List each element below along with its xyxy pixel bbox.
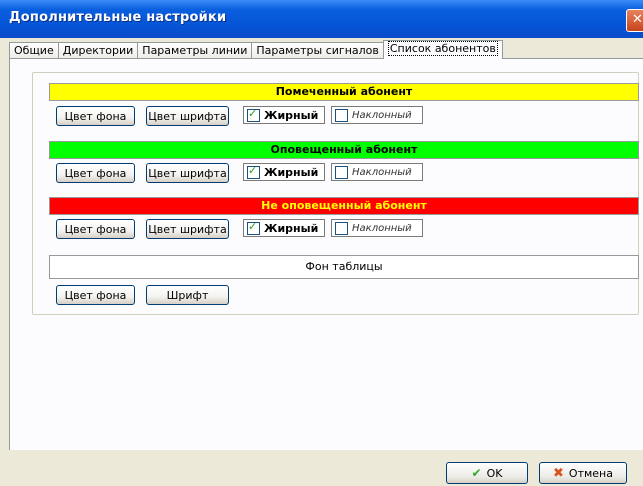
marked-subscriber-bar: Помеченный абонент (49, 83, 639, 101)
italic-label: Наклонный (352, 109, 412, 121)
bold-label: Жирный (264, 165, 319, 179)
checkbox-unchecked-icon (335, 221, 348, 235)
marked-italic-checkbox[interactable]: Наклонный (331, 106, 423, 124)
bold-label: Жирный (264, 221, 319, 235)
notified-font-color-button[interactable]: Цвет шрифта (146, 163, 229, 183)
tab-general[interactable]: Общие (9, 42, 59, 59)
notified-bold-checkbox[interactable]: Жирный (243, 163, 325, 181)
tab-subscriber-list[interactable]: Список абонентов (382, 40, 503, 59)
notified-subscriber-bar: Оповещенный абонент (49, 141, 639, 159)
cross-icon: ✖ (553, 465, 564, 481)
not-notified-italic-checkbox[interactable]: Наклонный (331, 219, 423, 237)
window-title: Дополнительные настройки (9, 10, 227, 25)
not-notified-bold-checkbox[interactable]: Жирный (243, 219, 325, 237)
ok-button[interactable]: ✔ OK (446, 462, 528, 484)
title-bar: Дополнительные настройки ✕ (0, 0, 643, 38)
marked-bold-checkbox[interactable]: Жирный (243, 106, 325, 124)
notified-bg-color-button[interactable]: Цвет фона (56, 163, 135, 183)
tab-signal-params[interactable]: Параметры сигналов (251, 42, 384, 59)
checkbox-checked-icon (247, 220, 260, 235)
button-bar: ✔ OK ✖ Отмена (0, 450, 643, 486)
marked-font-color-button[interactable]: Цвет шрифта (146, 106, 229, 126)
notified-italic-checkbox[interactable]: Наклонный (331, 163, 423, 181)
cancel-label: Отмена (568, 466, 613, 480)
bold-label: Жирный (264, 108, 319, 122)
close-icon[interactable]: ✕ (626, 9, 643, 32)
tab-directories[interactable]: Директории (57, 42, 139, 59)
not-notified-font-color-button[interactable]: Цвет шрифта (146, 219, 229, 239)
table-background-bar: Фон таблицы (49, 255, 639, 279)
tab-line-params[interactable]: Параметры линии (137, 42, 253, 59)
ok-label: OK (486, 466, 503, 480)
checkmark-icon: ✔ (471, 466, 482, 480)
not-notified-subscriber-bar: Не оповещенный абонент (49, 197, 639, 215)
italic-label: Наклонный (352, 166, 412, 178)
marked-bg-color-button[interactable]: Цвет фона (56, 106, 135, 126)
cancel-button[interactable]: ✖ Отмена (539, 462, 627, 484)
checkbox-checked-icon (247, 107, 260, 122)
checkbox-checked-icon (247, 164, 260, 179)
tab-strip: Общие Директории Параметры линии Парамет… (9, 40, 503, 59)
checkbox-unchecked-icon (335, 108, 348, 122)
tab-page: Помеченный абонент Цвет фона Цвет шрифта… (9, 58, 643, 451)
table-font-button[interactable]: Шрифт (146, 285, 229, 305)
table-bg-color-button[interactable]: Цвет фона (56, 285, 135, 305)
italic-label: Наклонный (352, 222, 412, 234)
checkbox-unchecked-icon (335, 165, 348, 179)
not-notified-bg-color-button[interactable]: Цвет фона (56, 219, 135, 239)
